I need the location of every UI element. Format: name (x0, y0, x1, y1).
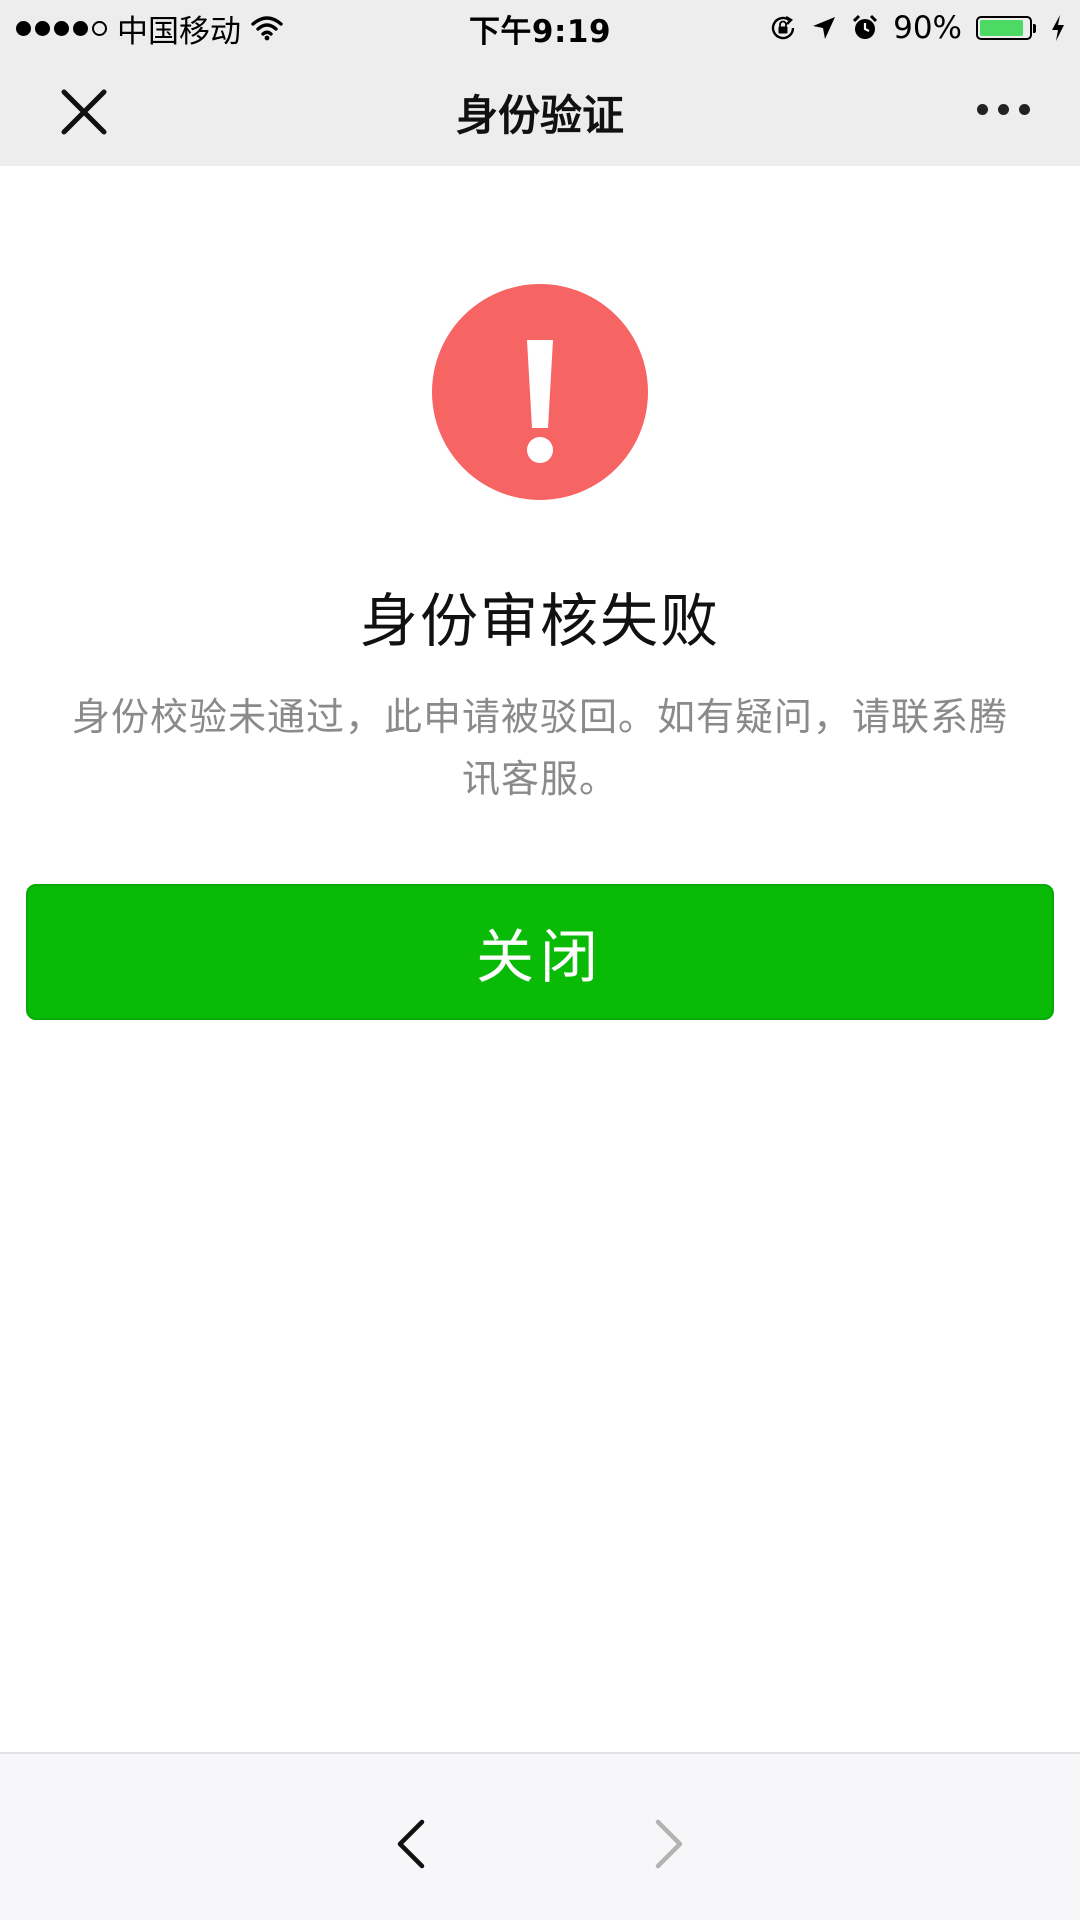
battery-icon (976, 16, 1036, 40)
nav-bar: 身份验证 (0, 54, 1080, 166)
battery-percent: 90% (893, 10, 962, 46)
close-button[interactable]: 关闭 (26, 884, 1054, 1020)
page-title: 身份验证 (455, 91, 624, 140)
charging-bolt-icon (1052, 15, 1064, 41)
status-bar: 中国移动 下午9:19 90% (0, 0, 1080, 54)
chevron-right-icon[interactable] (646, 1816, 690, 1872)
status-right: 90% (769, 8, 1066, 48)
warning-exclamation-icon (432, 284, 648, 500)
result-title: 身份审核失败 (359, 587, 720, 655)
bottom-toolbar (0, 1752, 1080, 1920)
result-description: 身份校验未通过，此申请被驳回。如有疑问，请联系腾讯客服。 (71, 695, 1008, 801)
more-dots-icon[interactable] (977, 104, 1030, 115)
battery-fill (980, 20, 1024, 36)
alarm-icon (853, 14, 878, 39)
top-bar: 中国移动 下午9:19 90% 身份验证 (0, 0, 1080, 166)
chevron-left-icon[interactable] (390, 1816, 434, 1872)
screen: 中国移动 下午9:19 90% 身份验证 身份审核失败 身份校验未通过，此申请被… (0, 0, 1080, 1920)
orientation-lock-icon (771, 15, 795, 40)
location-arrow-icon (813, 17, 836, 39)
